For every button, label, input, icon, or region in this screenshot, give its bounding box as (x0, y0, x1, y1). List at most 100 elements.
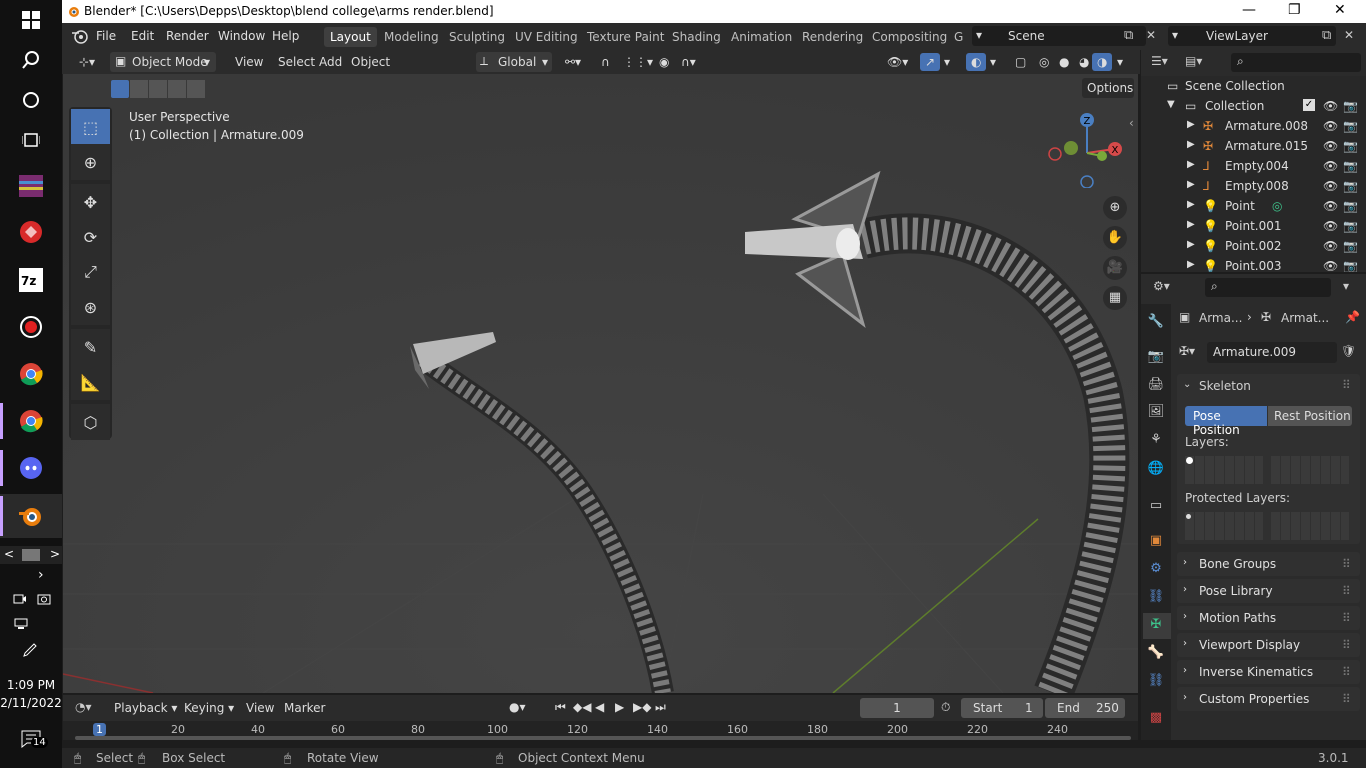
tab-layout[interactable]: Layout (324, 27, 377, 47)
protected-layers-grid-right[interactable] (1271, 512, 1349, 540)
chevron-down-icon-4[interactable]: ▾ (1343, 279, 1349, 293)
menu-object[interactable]: Object (346, 53, 395, 71)
task-view-icon[interactable] (15, 124, 47, 156)
drag-handle-icon[interactable]: ⠿ (1342, 611, 1351, 625)
pin-icon[interactable]: 📌 (1345, 310, 1360, 324)
play-icon[interactable]: ▶ (615, 700, 624, 714)
overlay-dropdown-icon[interactable]: ▾ (985, 53, 1001, 71)
measure-tool[interactable]: 📐 (71, 364, 110, 400)
options-dropdown[interactable]: Options (1082, 78, 1134, 98)
xray-icon[interactable]: ▢ (1010, 53, 1031, 71)
tab-modeling[interactable]: Modeling (378, 27, 445, 47)
pen-icon[interactable] (22, 642, 38, 661)
gizmo-dropdown-icon[interactable]: ▾ (939, 53, 955, 71)
ortho-toggle-icon[interactable]: ▦ (1103, 286, 1127, 310)
chevron-right-icon-1[interactable]: ▶ (1187, 119, 1195, 130)
shading-dropdown-icon[interactable]: ▾ (1112, 53, 1128, 71)
eye-icon[interactable]: 👁 (1323, 199, 1338, 213)
eye-icon[interactable]: 👁 (1323, 139, 1338, 153)
delete-scene-icon[interactable]: ✕ (1146, 28, 1156, 42)
eye-icon[interactable]: 👁 (1323, 179, 1338, 193)
zoom-icon[interactable]: ⊕ (1103, 196, 1127, 220)
restore-icon[interactable]: ❐ (1288, 2, 1301, 18)
menu-select[interactable]: Select (273, 53, 320, 71)
next-keyframe-icon[interactable]: ▶◆ (633, 700, 651, 714)
proportional-edit-icon[interactable]: ◉ (654, 53, 674, 71)
keying-menu[interactable]: Keying ▾ (179, 699, 239, 717)
scene-collection-row[interactable]: ▭ Scene Collection (1141, 76, 1366, 96)
panel-motion-paths[interactable]: › Motion Paths ⠿ (1177, 606, 1360, 630)
eye-icon[interactable]: 👁 (1323, 159, 1338, 173)
tab-sculpting[interactable]: Sculpting (443, 27, 511, 47)
outliner-item-armature-008[interactable]: ▶ ✠ Armature.008 👁 📷 (1141, 116, 1366, 136)
timeline-view-menu[interactable]: View (241, 699, 279, 717)
armature-data-tab-icon[interactable]: ✠ (1147, 617, 1165, 635)
scroll-right-icon[interactable]: > (50, 547, 60, 561)
outliner-search-input[interactable]: ⌕ (1231, 53, 1361, 72)
outliner-item-armature-015[interactable]: ▶ ✠ Armature.015 👁 📷 (1141, 136, 1366, 156)
meet-now-icon[interactable] (13, 592, 27, 610)
menu-help[interactable]: Help (272, 29, 299, 43)
scene-tab-icon[interactable]: ⚘ (1147, 432, 1165, 450)
exclude-checkbox[interactable]: ✓ (1303, 99, 1315, 111)
taskbar-scroller[interactable]: < > (0, 546, 62, 564)
select-invert-icon[interactable] (168, 80, 186, 98)
select-extend-icon[interactable] (130, 80, 148, 98)
playback-menu[interactable]: Playback ▾ (109, 699, 182, 717)
object-tab-icon[interactable]: ▣ (1147, 533, 1165, 551)
chevron-down-icon-5[interactable]: ⌄ (1183, 379, 1191, 390)
sidebar-toggle-icon[interactable]: ‹ (1129, 116, 1134, 130)
snap-icon[interactable]: ∩ (596, 53, 615, 71)
blender-menu-icon[interactable] (72, 28, 88, 47)
chevron-right-icon-5[interactable]: ▶ (1187, 199, 1195, 210)
bone-constraints-tab-icon[interactable]: ⛓ (1147, 673, 1165, 691)
menu-add[interactable]: Add (314, 53, 347, 71)
eye-icon[interactable]: 👁 (1323, 239, 1338, 253)
texture-tab-icon[interactable]: ▩ (1147, 710, 1165, 728)
move-tool[interactable]: ✥ (71, 184, 110, 220)
transform-tool[interactable]: ⊛ (71, 289, 110, 325)
constraints-tab-icon[interactable]: ⛓ (1147, 589, 1165, 607)
chevron-right-icon-6[interactable]: ▶ (1187, 219, 1195, 230)
screenshot-icon[interactable] (37, 592, 51, 609)
light-data-icon[interactable]: ◎ (1272, 199, 1282, 213)
discord-icon[interactable] (15, 452, 47, 484)
camera-icon[interactable]: 📷 (1343, 199, 1358, 213)
properties-search-input[interactable]: ⌕ (1205, 278, 1331, 297)
overlay-toggle-icon[interactable]: ◐ (966, 53, 987, 71)
drag-handle-icon[interactable]: ⠿ (1342, 584, 1351, 598)
windows-start-icon[interactable] (15, 4, 47, 36)
winrar-icon[interactable] (15, 170, 47, 202)
panel-inverse-kinematics[interactable]: › Inverse Kinematics ⠿ (1177, 660, 1360, 684)
chrome-icon-2[interactable] (15, 405, 47, 437)
pivot-point-icon[interactable]: ⚯▾ (560, 53, 586, 71)
mode-selector[interactable]: ▣ Object Mode ▾ (110, 52, 216, 72)
cursor-tool[interactable]: ⊕ (71, 144, 110, 180)
playhead[interactable]: 1 (93, 723, 106, 736)
start-frame-field[interactable]: Start 1 (961, 698, 1043, 718)
armature-browse-icon[interactable]: ✠▾ (1179, 344, 1195, 358)
timeline-ruler[interactable]: 1 20 40 60 80 100 120 140 160 180 200 22… (63, 721, 1138, 740)
chevron-right-icon-2[interactable]: ▶ (1187, 139, 1195, 150)
menu-render[interactable]: Render (166, 29, 209, 43)
camera-icon[interactable]: 📷 (1343, 159, 1358, 173)
eye-icon[interactable]: 👁 (1323, 219, 1338, 233)
timeline-scrollbar[interactable] (75, 736, 1131, 740)
output-tab-icon[interactable]: 🖨 (1147, 377, 1165, 395)
tool-tab-icon[interactable]: 🔧 (1147, 314, 1165, 332)
app-red-icon[interactable] (15, 216, 47, 248)
timeline-editor-icon[interactable]: ◔▾ (75, 700, 92, 714)
blender-icon[interactable] (15, 500, 47, 532)
panel-viewport-display[interactable]: › Viewport Display ⠿ (1177, 633, 1360, 657)
tab-uv-editing[interactable]: UV Editing (509, 27, 584, 47)
delete-view-layer-icon[interactable]: ✕ (1344, 28, 1354, 42)
chrome-icon[interactable] (15, 358, 47, 390)
solid-shading-icon[interactable]: ● (1054, 53, 1074, 71)
bone-tab-icon[interactable]: 🦴 (1147, 645, 1165, 663)
view-layer-tab-icon[interactable]: 🖼 (1147, 404, 1165, 422)
eye-icon[interactable]: 👁 (1323, 119, 1338, 133)
pan-hand-icon[interactable]: ✋ (1103, 226, 1127, 250)
outliner-item-empty-004[interactable]: ▶ ⅃ Empty.004 👁 📷 (1141, 156, 1366, 176)
close-icon[interactable]: ✕ (1334, 2, 1346, 18)
visibility-icon[interactable]: 👁▾ (882, 53, 913, 71)
